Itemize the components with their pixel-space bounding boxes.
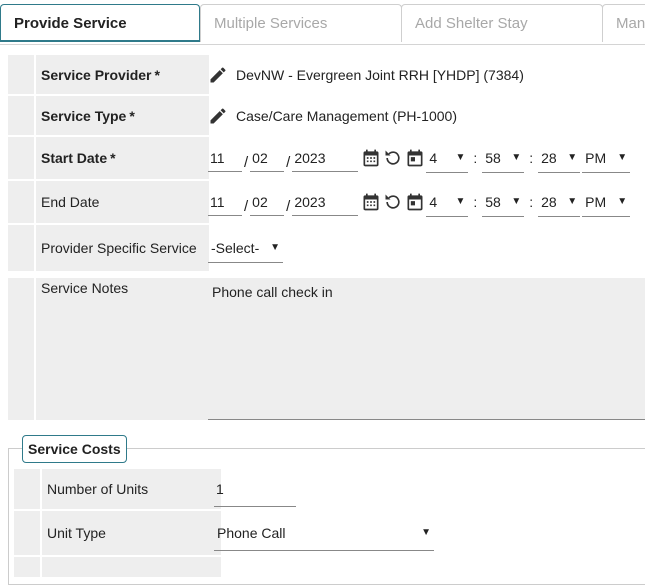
start-date-label: Start Date * [36, 137, 209, 179]
row-strip [14, 511, 40, 555]
calendar-today-icon[interactable] [404, 191, 426, 213]
tab-label: Provide Service [14, 15, 127, 32]
row-strip [8, 278, 34, 420]
start-date-row: Start Date * 11 / 02 / 2023 4 ▼ : 58 ▼ : 28… [8, 137, 645, 179]
end-year-input[interactable]: 2023 [292, 188, 359, 216]
chevron-down-icon: ▼ [511, 196, 522, 207]
service-provider-label: Service Provider * [36, 55, 209, 94]
chevron-down-icon: ▼ [455, 196, 466, 207]
row-strip [8, 181, 34, 223]
row-strip [8, 55, 34, 94]
service-notes-textarea[interactable]: Phone call check in [208, 278, 645, 420]
undo-icon[interactable] [382, 147, 404, 169]
start-second-select[interactable]: 28 ▼ [538, 143, 581, 173]
chevron-down-icon: ▼ [455, 152, 466, 163]
end-second-select[interactable]: 28 ▼ [538, 187, 581, 217]
calendar-icon[interactable] [360, 191, 382, 213]
end-hour-select[interactable]: 4 ▼ [426, 187, 469, 217]
provider-specific-row: Provider Specific Service -Select- ▼ [8, 225, 645, 271]
end-date-row: End Date 11 / 02 / 2023 4 ▼ : 58 ▼ : 28 ▼ P… [8, 181, 645, 223]
service-type-row: Service Type * Case/Care Management (PH-1… [8, 96, 645, 135]
start-hour-select[interactable]: 4 ▼ [426, 143, 469, 173]
end-ampm-select[interactable]: PM ▼ [582, 187, 631, 217]
service-provider-value: DevNW - Evergreen Joint RRH [YHDP] (7384… [236, 66, 524, 83]
end-month-input[interactable]: 11 [208, 188, 242, 216]
chevron-down-icon: ▼ [617, 196, 628, 207]
unit-type-row: Unit Type Phone Call ▼ [14, 511, 645, 555]
start-month-input[interactable]: 11 [208, 144, 242, 172]
row-strip [14, 469, 40, 509]
next-cost-label [42, 557, 221, 577]
provider-specific-label: Provider Specific Service [36, 225, 209, 271]
service-costs-legend: Service Costs [22, 435, 127, 463]
tab-label: Multiple Services [214, 15, 328, 32]
number-of-units-label: Number of Units [42, 469, 221, 509]
chevron-down-icon: ▼ [617, 152, 628, 163]
chevron-down-icon: ▼ [511, 152, 522, 163]
tab-multiple-services[interactable]: Multiple Services [200, 4, 402, 42]
start-year-input[interactable]: 2023 [292, 144, 359, 172]
unit-type-label: Unit Type [42, 511, 221, 555]
number-of-units-row: Number of Units 1 [14, 469, 645, 509]
chevron-down-icon: ▼ [421, 527, 431, 538]
service-notes-label: Service Notes [36, 278, 209, 420]
calendar-icon[interactable] [360, 147, 382, 169]
chevron-down-icon: ▼ [567, 152, 578, 163]
service-type-value: Case/Care Management (PH-1000) [236, 107, 457, 124]
unit-type-select[interactable]: Phone Call ▼ [214, 515, 434, 551]
tab-provide-service[interactable]: Provide Service [0, 4, 200, 42]
calendar-today-icon[interactable] [404, 147, 426, 169]
undo-icon[interactable] [382, 191, 404, 213]
tab-add-shelter-stay[interactable]: Add Shelter Stay [401, 4, 603, 42]
service-type-label: Service Type * [36, 96, 209, 135]
row-strip [8, 96, 34, 135]
number-of-units-input[interactable]: 1 [214, 471, 296, 507]
end-minute-select[interactable]: 58 ▼ [482, 187, 525, 217]
next-cost-row [14, 557, 645, 577]
row-strip [14, 557, 40, 577]
row-strip [8, 225, 34, 271]
chevron-down-icon: ▼ [270, 242, 280, 253]
chevron-down-icon: ▼ [567, 196, 578, 207]
service-provider-row: Service Provider * DevNW - Evergreen Join… [8, 55, 645, 94]
tab-label: Man [616, 15, 645, 32]
start-day-input[interactable]: 02 [250, 144, 285, 172]
tab-more[interactable]: Man [602, 4, 645, 42]
row-strip [8, 137, 34, 179]
service-notes-row: Service Notes Phone call check in [8, 278, 645, 420]
start-minute-select[interactable]: 58 ▼ [482, 143, 525, 173]
tab-divider [0, 44, 645, 45]
end-date-label: End Date [36, 181, 209, 223]
pencil-icon[interactable] [208, 65, 228, 85]
tab-bar: Provide Service Multiple Services Add Sh… [0, 0, 645, 45]
pencil-icon[interactable] [208, 106, 228, 126]
provider-specific-select[interactable]: -Select- ▼ [208, 233, 283, 263]
start-ampm-select[interactable]: PM ▼ [582, 143, 631, 173]
tab-label: Add Shelter Stay [415, 15, 528, 32]
end-day-input[interactable]: 02 [250, 188, 285, 216]
